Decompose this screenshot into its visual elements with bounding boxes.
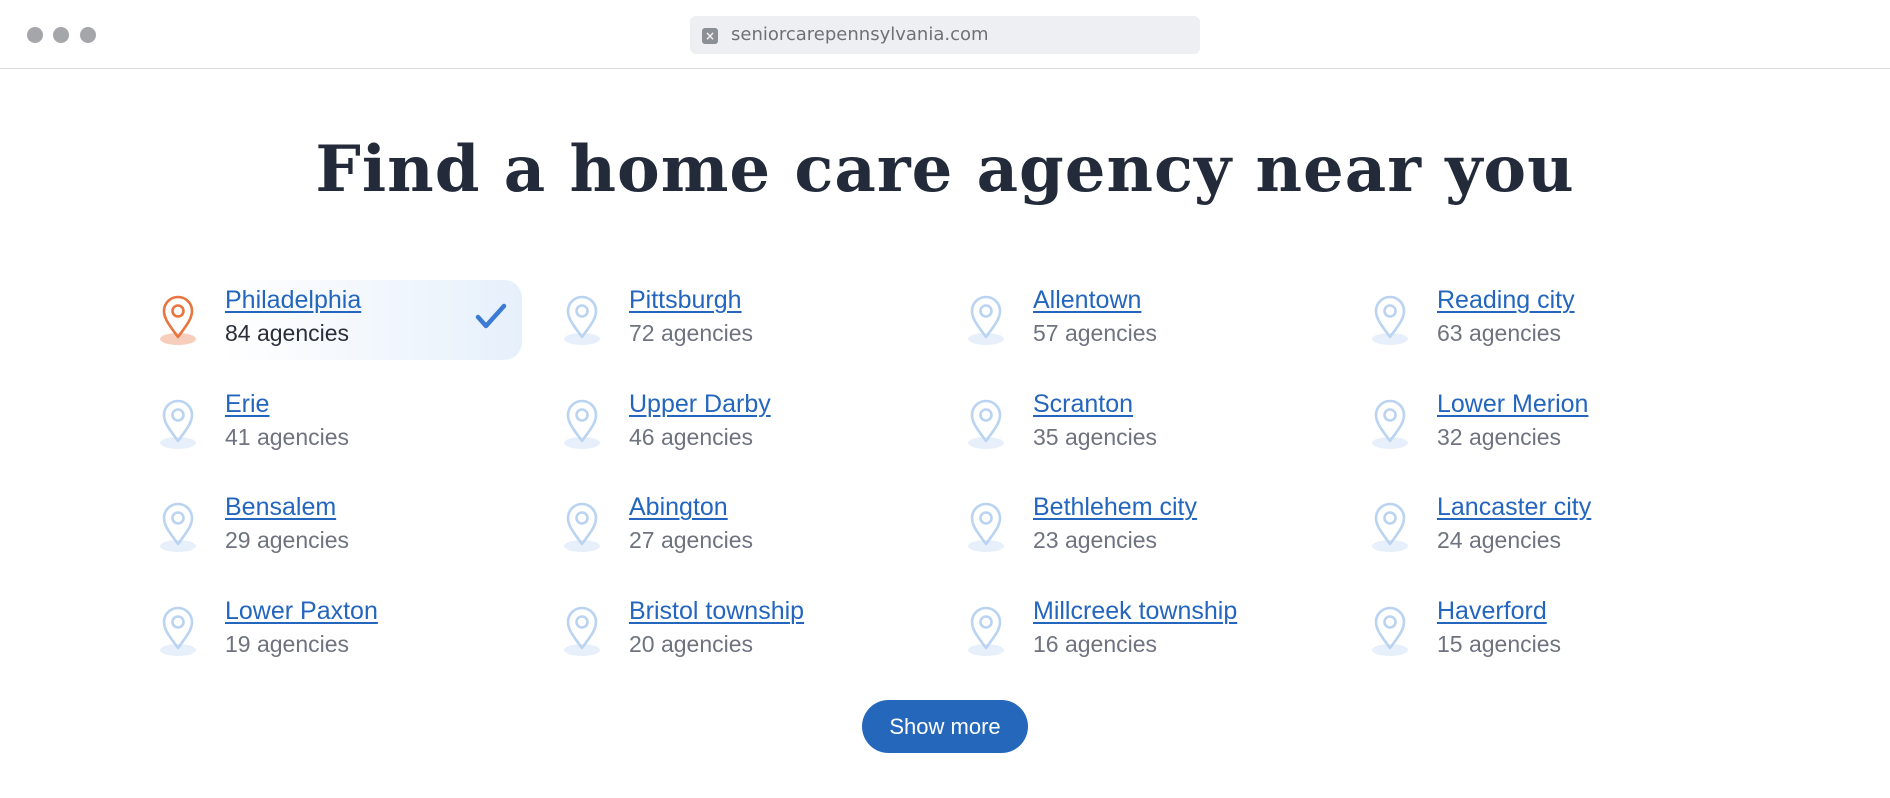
city-name-link[interactable]: Reading city: [1437, 286, 1575, 315]
city-name-link[interactable]: Lancaster city: [1437, 493, 1591, 522]
window-maximize-dot[interactable]: [80, 27, 96, 43]
city-item[interactable]: Allentown 57 agencies: [960, 280, 1330, 360]
agency-count: 24 agencies: [1437, 527, 1562, 553]
page-title-text: Find a home care agency near you: [315, 132, 1575, 207]
map-pin-icon: [560, 499, 604, 555]
close-x-icon: ×: [702, 28, 718, 44]
city-name-link[interactable]: Millcreek township: [1033, 597, 1237, 626]
city-item[interactable]: Reading city 63 agencies: [1364, 280, 1734, 360]
city-name-link[interactable]: Haverford: [1437, 597, 1547, 626]
city-name-link[interactable]: Upper Darby: [629, 390, 771, 419]
map-pin-icon: [1368, 396, 1412, 452]
city-grid: Philadelphia 84 agencies Pittsburgh 72 agen…: [152, 280, 1782, 670]
agency-count: 84 agencies: [225, 320, 350, 346]
agency-count: 63 agencies: [1437, 320, 1562, 346]
map-pin-icon: [964, 603, 1008, 659]
map-pin-icon: [156, 292, 200, 348]
city-name-link[interactable]: Bethlehem city: [1033, 493, 1197, 522]
agency-count: 16 agencies: [1033, 630, 1158, 657]
city-item[interactable]: Philadelphia 84 agencies: [152, 280, 522, 360]
agency-count: 15 agencies: [1437, 630, 1562, 657]
city-name-link[interactable]: Pittsburgh: [629, 286, 742, 315]
city-name-link[interactable]: Lower Merion: [1437, 390, 1588, 419]
window-close-dot[interactable]: [27, 27, 43, 43]
city-item[interactable]: Millcreek township 16 agencies: [960, 591, 1330, 671]
window-minimize-dot[interactable]: [53, 27, 69, 43]
agency-count: 23 agencies: [1033, 527, 1158, 553]
agency-count: 20 agencies: [629, 630, 754, 657]
city-name-link[interactable]: Bristol township: [629, 597, 804, 626]
city-name-link[interactable]: Abington: [629, 493, 728, 522]
heading-container: Find a home care agency near you: [0, 130, 1890, 212]
city-item[interactable]: Scranton 35 agencies: [960, 384, 1330, 464]
agency-count: 35 agencies: [1033, 423, 1158, 450]
city-name-link[interactable]: Philadelphia: [225, 286, 361, 315]
map-pin-icon: [156, 396, 200, 452]
map-pin-icon: [560, 603, 604, 659]
checkmark-icon: [474, 302, 508, 332]
agency-count: 19 agencies: [225, 630, 350, 657]
city-item[interactable]: Erie 41 agencies: [152, 384, 522, 464]
map-pin-icon: [964, 396, 1008, 452]
city-name-link[interactable]: Bensalem: [225, 493, 336, 522]
map-pin-icon: [156, 603, 200, 659]
address-bar-url: seniorcarepennsylvania.com: [731, 24, 989, 45]
city-item[interactable]: Bensalem 29 agencies: [152, 487, 522, 567]
city-item[interactable]: Bristol township 20 agencies: [556, 591, 926, 671]
map-pin-icon: [964, 499, 1008, 555]
map-pin-icon: [560, 292, 604, 348]
agency-count: 32 agencies: [1437, 423, 1562, 450]
browser-toolbar: × seniorcarepennsylvania.com: [0, 0, 1890, 69]
city-item[interactable]: Abington 27 agencies: [556, 487, 926, 567]
city-name-link[interactable]: Lower Paxton: [225, 597, 378, 626]
city-item[interactable]: Lower Merion 32 agencies: [1364, 384, 1734, 464]
map-pin-icon: [1368, 292, 1412, 348]
map-pin-icon: [964, 292, 1008, 348]
city-item[interactable]: Upper Darby 46 agencies: [556, 384, 926, 464]
city-item[interactable]: Lower Paxton 19 agencies: [152, 591, 522, 671]
agency-count: 41 agencies: [225, 423, 350, 450]
agency-count: 72 agencies: [629, 320, 754, 346]
show-more-button[interactable]: Show more: [862, 700, 1028, 753]
city-name-link[interactable]: Allentown: [1033, 286, 1141, 315]
map-pin-icon: [1368, 603, 1412, 659]
city-name-link[interactable]: Scranton: [1033, 390, 1133, 419]
page-title: Find a home care agency near you: [315, 130, 1575, 212]
agency-count: 46 agencies: [629, 423, 754, 450]
map-pin-icon: [156, 499, 200, 555]
agency-count: 27 agencies: [629, 527, 754, 553]
city-name-link[interactable]: Erie: [225, 390, 269, 419]
city-item[interactable]: Bethlehem city 23 agencies: [960, 487, 1330, 567]
city-item[interactable]: Haverford 15 agencies: [1364, 591, 1734, 671]
city-item[interactable]: Pittsburgh 72 agencies: [556, 280, 926, 360]
agency-count: 29 agencies: [225, 527, 350, 553]
city-item[interactable]: Lancaster city 24 agencies: [1364, 487, 1734, 567]
map-pin-icon: [1368, 499, 1412, 555]
address-bar[interactable]: × seniorcarepennsylvania.com: [690, 16, 1200, 54]
map-pin-icon: [560, 396, 604, 452]
agency-count: 57 agencies: [1033, 320, 1158, 346]
